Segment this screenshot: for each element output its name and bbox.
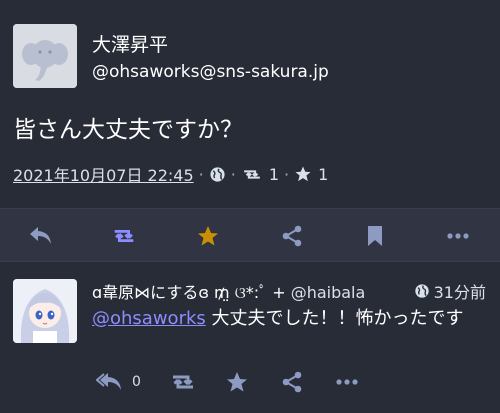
elephant-icon [13, 24, 77, 88]
share-button[interactable] [279, 223, 305, 249]
boost-icon [241, 166, 263, 183]
globe-icon [209, 166, 226, 183]
share-icon [282, 371, 302, 393]
reply-author[interactable]: ɑ韋原⋈にするɞ ₥̤ ଓ*:ﾟ + @haibala [92, 279, 365, 303]
anime-girl-avatar [13, 279, 77, 343]
star-icon [294, 165, 312, 183]
mention-link[interactable]: @ohsaworks [92, 308, 206, 329]
reply-all-icon [96, 373, 121, 390]
reply-status: ɑ韋原⋈にするɞ ₥̤ ଓ*:ﾟ + @haibala 31分前 @ohsawo… [0, 263, 500, 413]
share-icon [282, 225, 302, 247]
boost-icon [173, 375, 193, 389]
share-button[interactable] [281, 369, 303, 395]
reply-account-handle: @haibala [290, 283, 366, 302]
reply-icon [30, 227, 51, 244]
status-meta: 2021年10月07日 22:45 · · 1 · 1 [13, 162, 328, 186]
avatar[interactable] [13, 24, 77, 88]
status-content: 皆さん大丈夫ですか？ [13, 117, 243, 143]
separator-dot: · [284, 164, 290, 184]
separator-dot: · [230, 164, 236, 184]
status-date-link[interactable]: 2021年10月07日 22:45 [13, 162, 194, 186]
globe-icon [414, 284, 429, 298]
bookmark-button[interactable] [362, 223, 388, 249]
reply-display-name: ɑ韋原⋈にするɞ ₥̤ ଓ*:ﾟ + [92, 283, 286, 302]
favourite-button[interactable] [195, 223, 221, 249]
status-action-bar [0, 208, 500, 262]
reply-time-text: 31分前 [433, 283, 486, 302]
display-name[interactable]: 大澤昇平 [92, 30, 168, 57]
more-icon [447, 233, 469, 239]
focused-status: 大澤昇平 @ohsaworks@sns-sakura.jp 皆さん大丈夫ですか？… [0, 0, 500, 262]
reply-button[interactable] [28, 223, 54, 249]
reply-content: @ohsaworks 大丈夫でした！！怖かったです [92, 306, 487, 331]
reply-text: 大丈夫でした！！怖かったです [205, 308, 464, 329]
avatar[interactable] [13, 279, 77, 343]
reply-button[interactable]: 0 [96, 369, 141, 395]
more-button[interactable] [445, 223, 471, 249]
boost-button[interactable] [111, 223, 137, 249]
more-button[interactable] [336, 369, 358, 395]
boost-icon [114, 229, 134, 243]
boost-button[interactable] [169, 369, 197, 395]
star-icon [227, 372, 247, 392]
favourite-button[interactable] [225, 369, 249, 395]
reply-count: 0 [132, 374, 141, 390]
bookmark-icon [368, 226, 382, 246]
separator-dot: · [198, 164, 204, 184]
more-icon [336, 379, 358, 385]
reply-timestamp[interactable]: 31分前 [414, 279, 486, 303]
star-icon [198, 226, 218, 246]
account-handle[interactable]: @ohsaworks@sns-sakura.jp [92, 62, 329, 82]
boost-count: 1 [268, 164, 280, 184]
favourite-count: 1 [318, 164, 329, 184]
